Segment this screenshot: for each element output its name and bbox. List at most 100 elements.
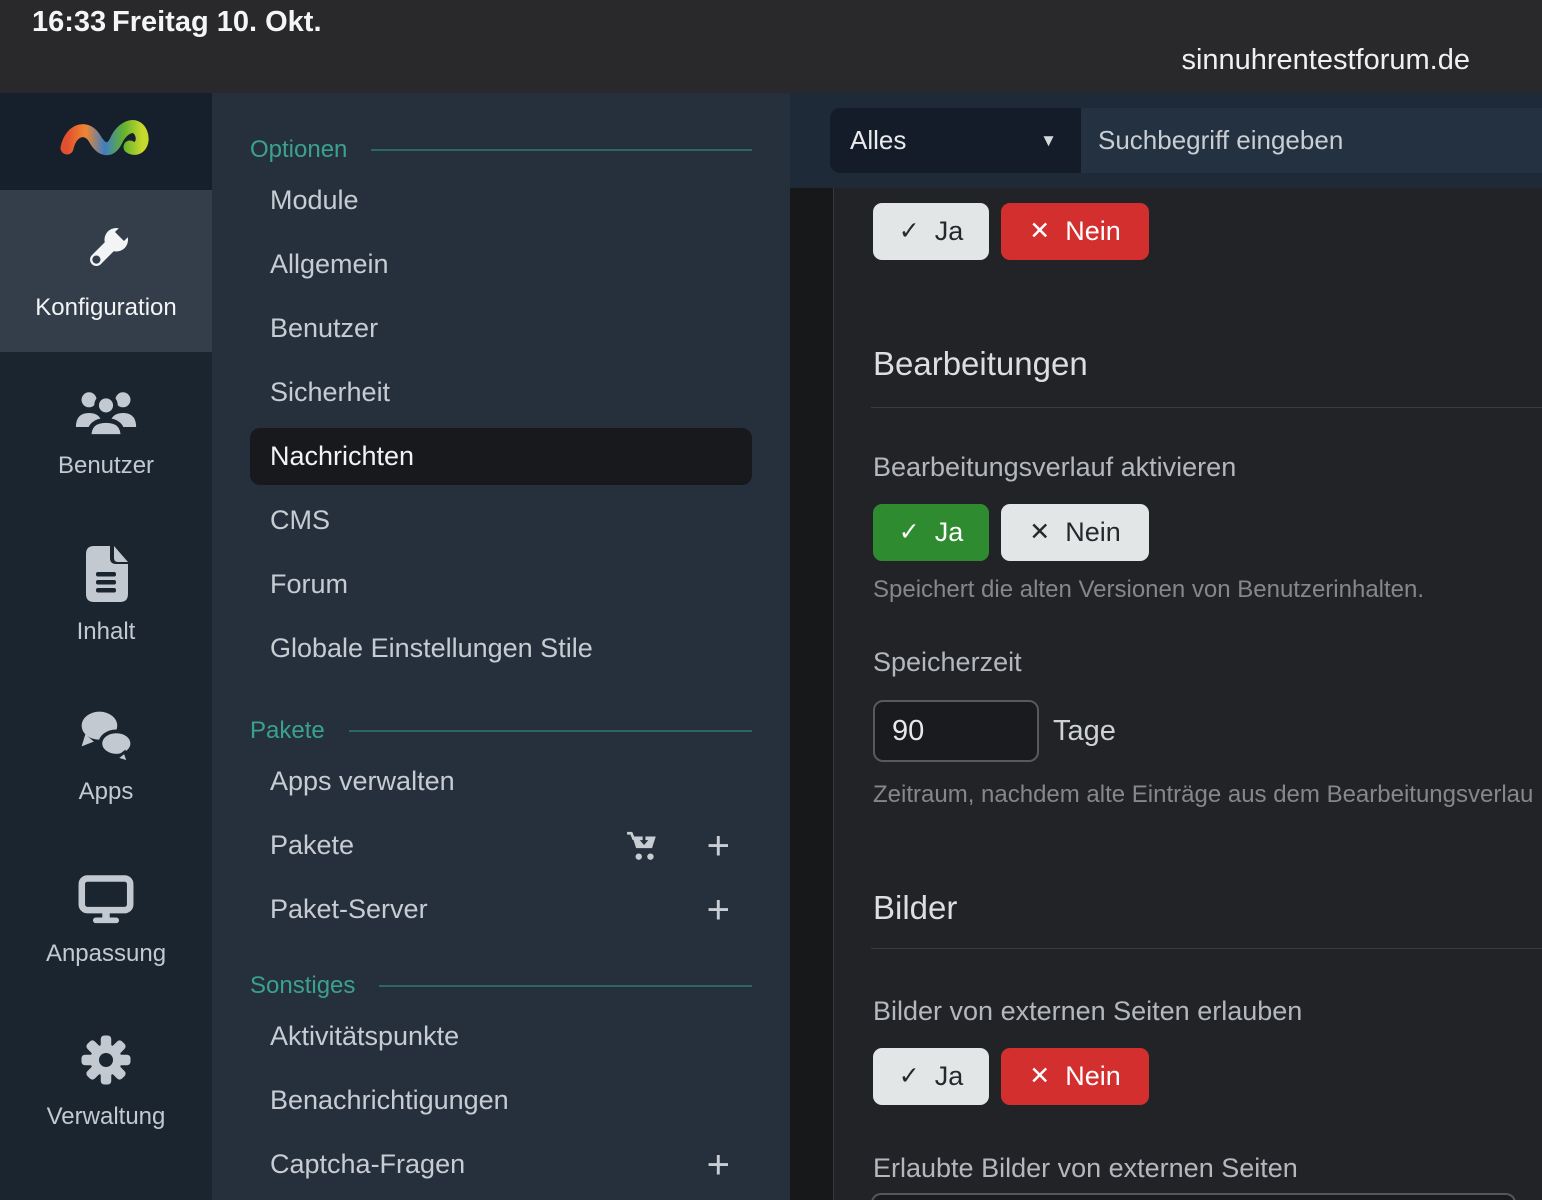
nav-item-inhalt[interactable]: Inhalt <box>0 514 212 676</box>
erlaubte-bilder-input[interactable] <box>871 1193 1516 1200</box>
plus-icon[interactable]: + <box>707 890 730 930</box>
date: Freitag 10. Okt. <box>112 6 322 39</box>
nav-item-apps[interactable]: Apps <box>0 676 212 838</box>
no-button[interactable]: ✕ Nein <box>1001 203 1149 260</box>
search-filter-dropdown[interactable]: Alles ▼ <box>830 108 1081 173</box>
section-divider <box>871 948 1542 949</box>
nav-item-anpassung[interactable]: Anpassung <box>0 838 212 1000</box>
menu-item-label: Benachrichtigungen <box>270 1085 509 1116</box>
bilder-extern-yes-no-buttons: ✓ Ja ✕ Nein <box>873 1048 1149 1105</box>
search-header: Alles ▼ <box>790 93 1542 188</box>
option-description: Speichert die alten Versionen von Benutz… <box>873 577 1424 602</box>
yes-button[interactable]: ✓ Ja <box>873 203 989 260</box>
nav-item-verwaltung[interactable]: Verwaltung <box>0 1000 212 1162</box>
check-icon: ✓ <box>899 520 920 545</box>
plus-icon[interactable]: + <box>707 1145 730 1185</box>
button-label: Nein <box>1065 216 1121 247</box>
wrench-icon <box>77 221 135 279</box>
menu-item-label: Apps verwalten <box>270 766 455 797</box>
nav-label: Verwaltung <box>47 1103 166 1131</box>
section-heading-rule <box>379 985 752 987</box>
menu-item-benachrichtigungen[interactable]: Benachrichtigungen <box>250 1072 752 1129</box>
menu-item-captcha-fragen[interactable]: Captcha-Fragen + <box>250 1136 752 1193</box>
nav-label: Anpassung <box>46 940 166 968</box>
button-label: Nein <box>1065 517 1121 548</box>
no-button-selected[interactable]: ✕ Nein <box>1001 1048 1149 1105</box>
no-button[interactable]: ✕ Nein <box>1001 504 1149 561</box>
section-heading-bearbeitungen: Bearbeitungen <box>873 346 1088 382</box>
option-label-bearbeitungsverlauf: Bearbeitungsverlauf aktivieren <box>873 453 1236 481</box>
option-label-erlaubte-bilder: Erlaubte Bilder von externen Seiten <box>873 1154 1298 1182</box>
search-input[interactable] <box>1081 108 1542 173</box>
section-heading-rule <box>371 149 752 151</box>
cross-icon: ✕ <box>1029 219 1050 244</box>
bearbeitungsverlauf-yes-no-buttons: ✓ Ja ✕ Nein <box>873 504 1149 561</box>
button-label: Nein <box>1065 1061 1121 1092</box>
chat-bubbles-icon <box>76 709 136 763</box>
option-label-speicherzeit: Speicherzeit <box>873 648 1022 676</box>
menu-item-pakete[interactable]: Pakete + <box>250 817 752 874</box>
options-content: ✓ Ja ✕ Nein Bearbeitungen Bearbeitungsve… <box>833 188 1542 1200</box>
yes-button[interactable]: ✓ Ja <box>873 1048 989 1105</box>
speicherzeit-input[interactable] <box>873 700 1039 762</box>
document-icon <box>82 545 130 603</box>
nav-item-konfiguration[interactable]: Konfiguration <box>0 190 212 352</box>
cross-icon: ✕ <box>1029 1064 1050 1089</box>
menu-item-label: Module <box>270 185 359 216</box>
gear-icon <box>78 1032 134 1088</box>
menu-item-label: Sicherheit <box>270 377 390 408</box>
monitor-icon <box>76 871 136 925</box>
menu-item-allgemein[interactable]: Allgemein <box>250 236 752 293</box>
section-heading-sonstiges: Sonstiges <box>250 972 752 1000</box>
status-bar: 16:33 Freitag 10. Okt. sinnuhrentestforu… <box>0 0 1542 93</box>
menu-item-apps-verwalten[interactable]: Apps verwalten <box>250 753 752 810</box>
clock: 16:33 <box>32 6 106 39</box>
yes-button-selected[interactable]: ✓ Ja <box>873 504 989 561</box>
check-icon: ✓ <box>899 1064 920 1089</box>
plus-icon[interactable]: + <box>707 826 730 866</box>
content-dim-gap <box>790 188 833 1200</box>
menu-item-label: Allgemein <box>270 249 389 280</box>
menu-item-label: Aktivitätspunkte <box>270 1021 459 1052</box>
nav-label: Inhalt <box>77 618 136 646</box>
section-divider <box>871 407 1542 408</box>
section-title: Pakete <box>250 717 325 745</box>
button-label: Ja <box>935 517 964 548</box>
menu-item-aktivitaetspunkte[interactable]: Aktivitätspunkte <box>250 1008 752 1065</box>
nav-label: Konfiguration <box>35 294 176 322</box>
menu-item-forum[interactable]: Forum <box>250 556 752 613</box>
menu-item-sicherheit[interactable]: Sicherheit <box>250 364 752 421</box>
menu-item-label: Paket-Server <box>270 894 428 925</box>
menu-item-module[interactable]: Module <box>250 172 752 229</box>
button-label: Ja <box>935 1061 964 1092</box>
menu-item-label: CMS <box>270 505 330 536</box>
chevron-down-icon: ▼ <box>1040 131 1057 151</box>
section-title: Sonstiges <box>250 972 355 1000</box>
section-heading-bilder: Bilder <box>873 890 957 926</box>
orphan-yes-no-buttons: ✓ Ja ✕ Nein <box>873 203 1149 260</box>
search-filter-value: Alles <box>850 125 906 156</box>
section-heading-rule <box>349 730 752 732</box>
option-description: Zeitraum, nachdem alte Einträge aus dem … <box>873 782 1533 807</box>
menu-item-benutzer[interactable]: Benutzer <box>250 300 752 357</box>
url-domain[interactable]: sinnuhrentestforum.de <box>1181 44 1470 77</box>
section-heading-optionen: Optionen <box>250 136 752 164</box>
menu-item-label: Nachrichten <box>270 441 414 472</box>
nav-item-benutzer[interactable]: Benutzer <box>0 352 212 514</box>
logo-block[interactable] <box>0 93 212 190</box>
app-navigation: Konfiguration Benutzer <box>0 93 212 1200</box>
check-icon: ✓ <box>899 219 920 244</box>
app-nav-items: Konfiguration Benutzer <box>0 190 212 1162</box>
menu-item-label: Pakete <box>270 830 354 861</box>
menu-sidebar: Optionen Module Allgemein Benutzer Siche… <box>212 93 790 1200</box>
woltlab-logo-icon <box>60 111 152 173</box>
nav-label: Benutzer <box>58 452 154 480</box>
menu-item-globale-einstellungen-stile[interactable]: Globale Einstellungen Stile <box>250 620 752 677</box>
menu-item-paket-server[interactable]: Paket-Server + <box>250 881 752 938</box>
menu-item-nachrichten[interactable]: Nachrichten <box>250 428 752 485</box>
section-title: Optionen <box>250 136 347 164</box>
cart-arrow-down-icon[interactable] <box>626 831 660 861</box>
menu-item-cms[interactable]: CMS <box>250 492 752 549</box>
menu-item-label: Captcha-Fragen <box>270 1149 465 1180</box>
speicherzeit-input-row: Tage <box>873 700 1116 762</box>
